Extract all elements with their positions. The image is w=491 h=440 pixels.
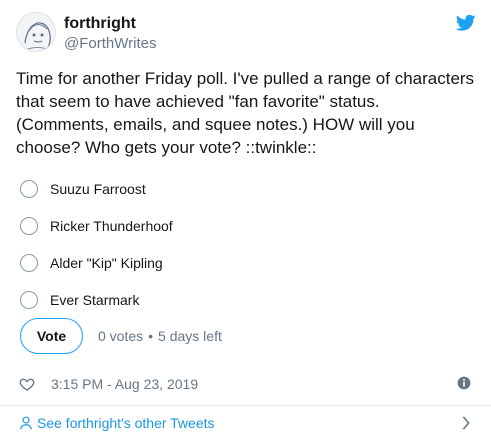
poll-status: 0 votes • 5 days left — [98, 328, 222, 344]
avatar[interactable] — [16, 12, 56, 52]
tweet-meta: 3:15 PM - Aug 23, 2019 — [19, 374, 471, 394]
timestamp[interactable]: 3:15 PM - Aug 23, 2019 — [51, 376, 198, 392]
user-handle[interactable]: @ForthWrites — [64, 34, 156, 54]
other-tweets-link[interactable]: See forthright's other Tweets — [0, 406, 491, 440]
poll-option-label: Suuzu Farroost — [50, 180, 146, 197]
poll-option[interactable]: Ricker Thunderhoof — [20, 207, 460, 244]
tweet-card: forthright @ForthWrites Time for another… — [0, 0, 491, 440]
display-name[interactable]: forthright — [64, 14, 156, 34]
vote-button[interactable]: Vote — [20, 317, 83, 354]
poll-option[interactable]: Alder "Kip" Kipling — [20, 244, 460, 281]
radio-button[interactable] — [20, 216, 38, 235]
footer-link-text[interactable]: See forthright's other Tweets — [37, 415, 215, 431]
vote-count: 0 votes — [98, 327, 144, 344]
time-left: 5 days left — [158, 327, 222, 344]
poll-option-label: Ricker Thunderhoof — [50, 217, 173, 234]
poll-option[interactable]: Ever Starmark — [20, 281, 460, 318]
poll-option-label: Ever Starmark — [50, 291, 140, 308]
info-icon[interactable] — [457, 376, 471, 390]
radio-button[interactable] — [20, 253, 38, 272]
tweet-header: forthright @ForthWrites — [16, 12, 476, 56]
person-icon — [20, 416, 32, 430]
radio-button[interactable] — [20, 179, 38, 198]
author-names: forthright @ForthWrites — [64, 14, 156, 54]
chevron-right-icon[interactable] — [461, 416, 471, 430]
heart-icon[interactable] — [19, 376, 35, 392]
separator-dot: • — [148, 327, 154, 344]
twitter-bird-icon[interactable] — [456, 14, 476, 32]
avatar-sketch-icon — [17, 13, 55, 51]
tweet-text: Time for another Friday poll. I've pulle… — [16, 69, 475, 157]
poll-option[interactable]: Suuzu Farroost — [20, 170, 460, 207]
radio-button[interactable] — [20, 290, 38, 309]
poll: Suuzu Farroost Ricker Thunderhoof Alder … — [20, 170, 460, 318]
poll-option-label: Alder "Kip" Kipling — [50, 254, 163, 271]
vote-row: Vote 0 votes • 5 days left — [20, 317, 222, 354]
